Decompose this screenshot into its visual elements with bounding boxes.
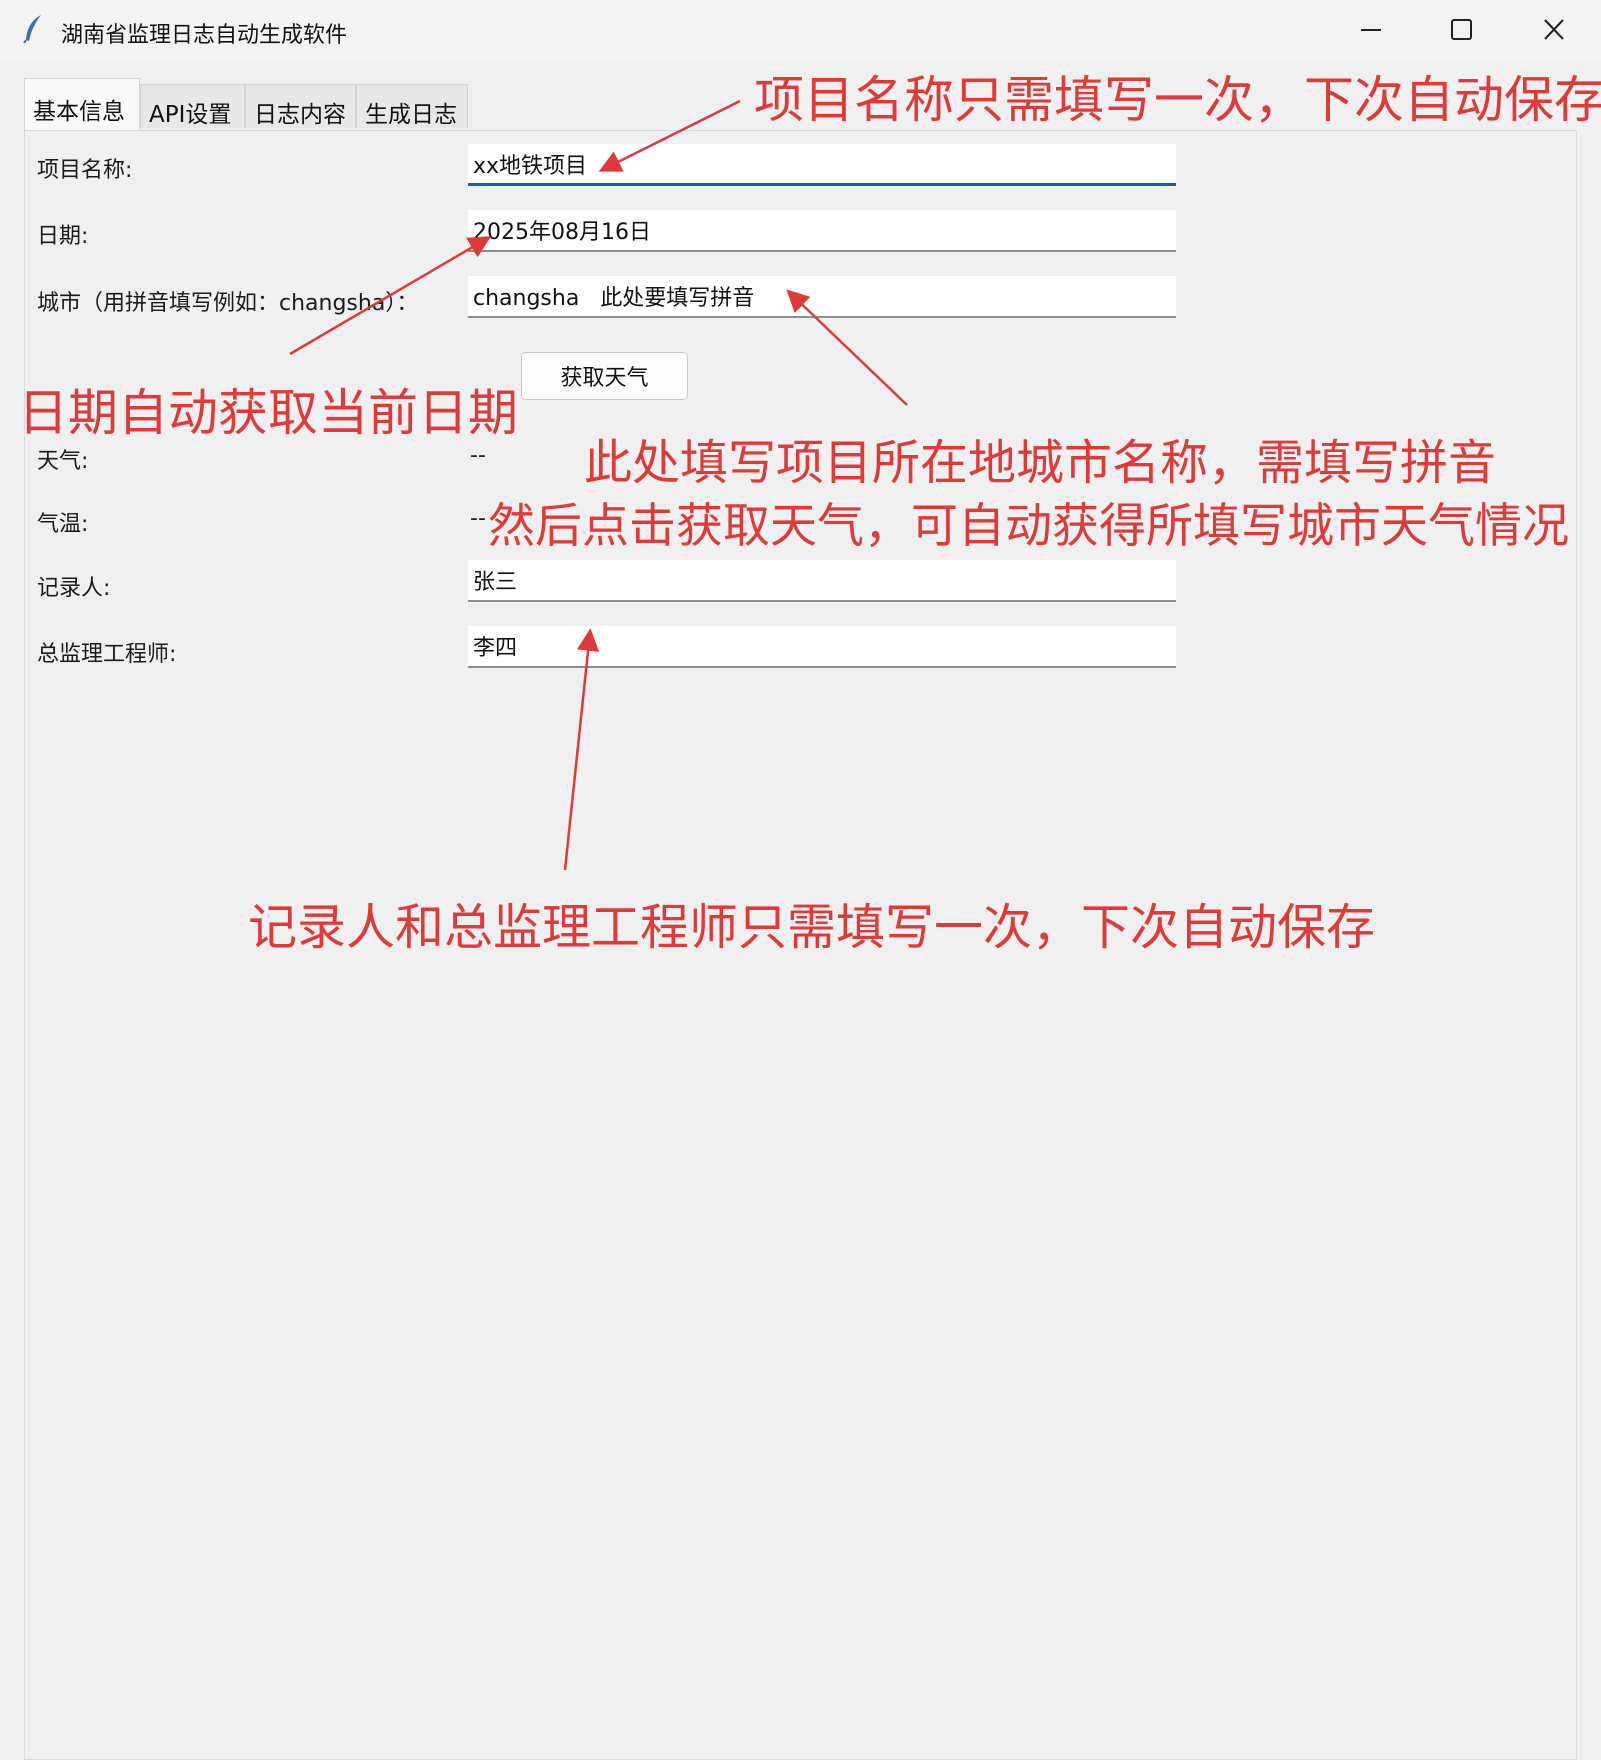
date-arrow [289,236,492,356]
annotation-arrows [289,99,908,871]
people-arrow [563,628,600,871]
project-name-arrow [598,99,741,172]
tab-basic-info[interactable]: 基本信息 [24,78,140,130]
city-arrow [786,289,908,406]
